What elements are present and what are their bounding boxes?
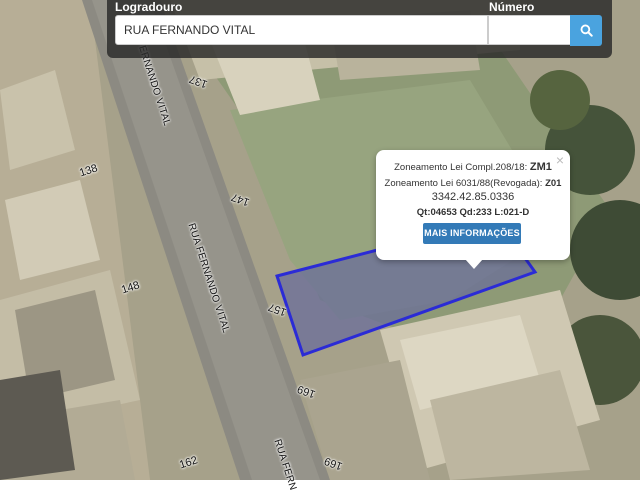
parcel-info-popup: × Zoneamento Lei Compl.208/18: ZM1 Zonea…: [376, 150, 570, 269]
street-input[interactable]: [115, 15, 488, 45]
zoning-current-value: ZM1: [529, 161, 552, 173]
zoning-current-row: Zoneamento Lei Compl.208/18: ZM1: [376, 161, 570, 173]
zoning-current-label: Zoneamento Lei Compl.208/18:: [394, 162, 528, 173]
number-input[interactable]: [488, 15, 571, 45]
address-search-panel: Logradouro Número: [107, 0, 612, 58]
zoning-old-label: Zoneamento Lei 6031/88(Revogada):: [384, 178, 543, 189]
zoning-old-value: Z01: [545, 178, 562, 189]
search-icon: [580, 24, 593, 37]
street-field-label: Logradouro: [115, 0, 183, 14]
parcel-code: 3342.42.85.0336: [431, 191, 515, 203]
number-field-label: Número: [489, 0, 535, 14]
search-button[interactable]: [570, 15, 602, 46]
zoning-old-row: Zoneamento Lei 6031/88(Revogada): Z01: [376, 178, 570, 189]
lot-info: Qt:04653 Qd:233 L:021-D: [416, 207, 530, 218]
more-info-button[interactable]: MAIS INFORMAÇÕES: [423, 223, 521, 244]
